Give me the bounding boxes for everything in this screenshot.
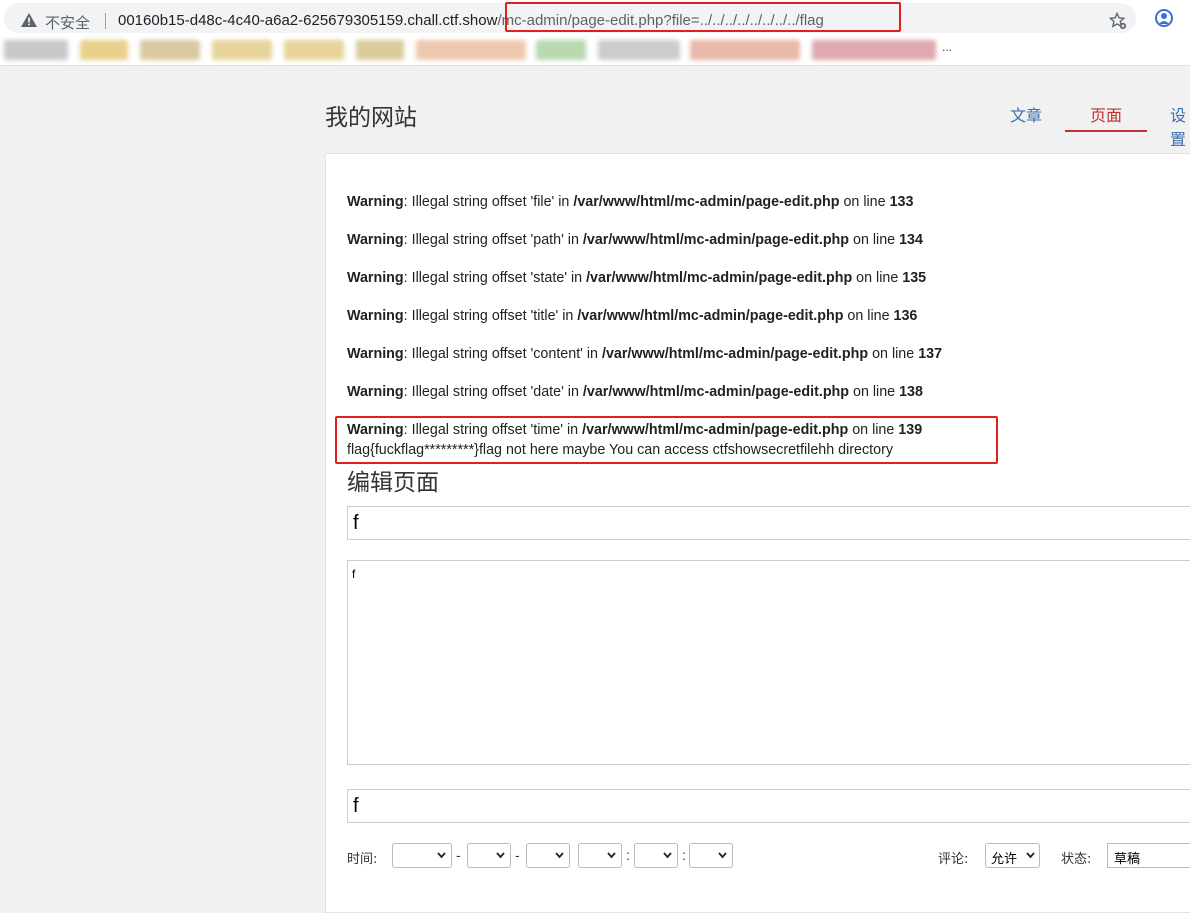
hour-select[interactable] — [578, 843, 622, 868]
time-separator: : — [682, 847, 686, 863]
bookmark-item[interactable] — [416, 40, 526, 60]
warning-icon[interactable] — [21, 13, 37, 27]
date-separator: - — [456, 847, 461, 863]
nav-settings[interactable]: 设置 — [1170, 102, 1190, 150]
bookmark-item[interactable] — [690, 40, 800, 60]
comment-select-value: 允许 — [991, 852, 1018, 867]
chevron-down-icon — [1026, 852, 1035, 859]
time-separator: : — [626, 847, 630, 863]
bookmark-item[interactable] — [598, 40, 680, 60]
comment-select[interactable]: 允许 — [985, 843, 1040, 868]
bookmark-item[interactable] — [140, 40, 200, 60]
edit-panel: Warning: Illegal string offset 'file' in… — [325, 153, 1190, 913]
bookmark-item[interactable] — [212, 40, 272, 60]
year-select[interactable] — [392, 843, 452, 868]
page-content: 我的网站 文章 页面 设置 Warning: Illegal string of… — [0, 66, 1190, 913]
comment-label: 评论: — [938, 852, 969, 867]
security-label[interactable]: 不安全 — [45, 12, 90, 33]
php-warning: Warning: Illegal string offset 'content'… — [347, 346, 943, 362]
chevron-down-icon — [496, 852, 505, 859]
minute-select[interactable] — [634, 843, 678, 868]
date-separator: - — [515, 847, 520, 863]
nav-pages[interactable]: 页面 — [1090, 102, 1122, 126]
divider — [105, 13, 106, 29]
chevron-down-icon — [437, 852, 446, 859]
bookmark-star-icon[interactable] — [1109, 12, 1127, 30]
php-warning: Warning: Illegal string offset 'date' in… — [347, 384, 923, 400]
bookmark-item[interactable] — [4, 40, 68, 60]
bookmark-item[interactable] — [812, 40, 936, 60]
php-warning: Warning: Illegal string offset 'title' i… — [347, 308, 918, 324]
browser-toolbar: 不安全 00160b15-d48c-4c40-a6a2-625679305159… — [0, 0, 1190, 36]
bookmarks-bar: ... — [0, 36, 1190, 66]
chevron-down-icon — [607, 852, 616, 859]
edit-page-heading: 编辑页面 — [347, 470, 439, 496]
extension-icon[interactable] — [1155, 9, 1173, 27]
chevron-down-icon — [555, 852, 564, 859]
flag-highlight-box — [335, 416, 998, 464]
page-path-input[interactable] — [347, 789, 1190, 823]
second-select[interactable] — [689, 843, 733, 868]
bookmark-item[interactable] — [536, 40, 586, 60]
bookmarks-overflow[interactable]: ... — [942, 40, 952, 54]
day-select[interactable] — [526, 843, 570, 868]
time-label: 时间: — [347, 852, 378, 867]
url-host: 00160b15-d48c-4c40-a6a2-625679305159.cha… — [118, 12, 498, 29]
nav-active-indicator — [1065, 130, 1147, 132]
php-warning: Warning: Illegal string offset 'file' in… — [347, 194, 914, 210]
state-label: 状态: — [1061, 852, 1092, 867]
chevron-down-icon — [718, 852, 727, 859]
bookmark-item[interactable] — [356, 40, 404, 60]
page-title-input[interactable] — [347, 506, 1190, 540]
chevron-down-icon — [663, 852, 672, 859]
bookmark-item[interactable] — [80, 40, 128, 60]
nav-articles[interactable]: 文章 — [1010, 102, 1042, 126]
state-select-value: 草稿 — [1114, 852, 1141, 867]
php-warning: Warning: Illegal string offset 'state' i… — [347, 270, 927, 286]
state-select[interactable]: 草稿 — [1107, 843, 1190, 868]
month-select[interactable] — [467, 843, 511, 868]
bookmark-item[interactable] — [284, 40, 344, 60]
php-warning: Warning: Illegal string offset 'path' in… — [347, 232, 923, 248]
page-content-textarea[interactable]: f — [347, 560, 1190, 765]
url-highlight-box — [505, 2, 901, 32]
site-title[interactable]: 我的网站 — [325, 98, 417, 132]
